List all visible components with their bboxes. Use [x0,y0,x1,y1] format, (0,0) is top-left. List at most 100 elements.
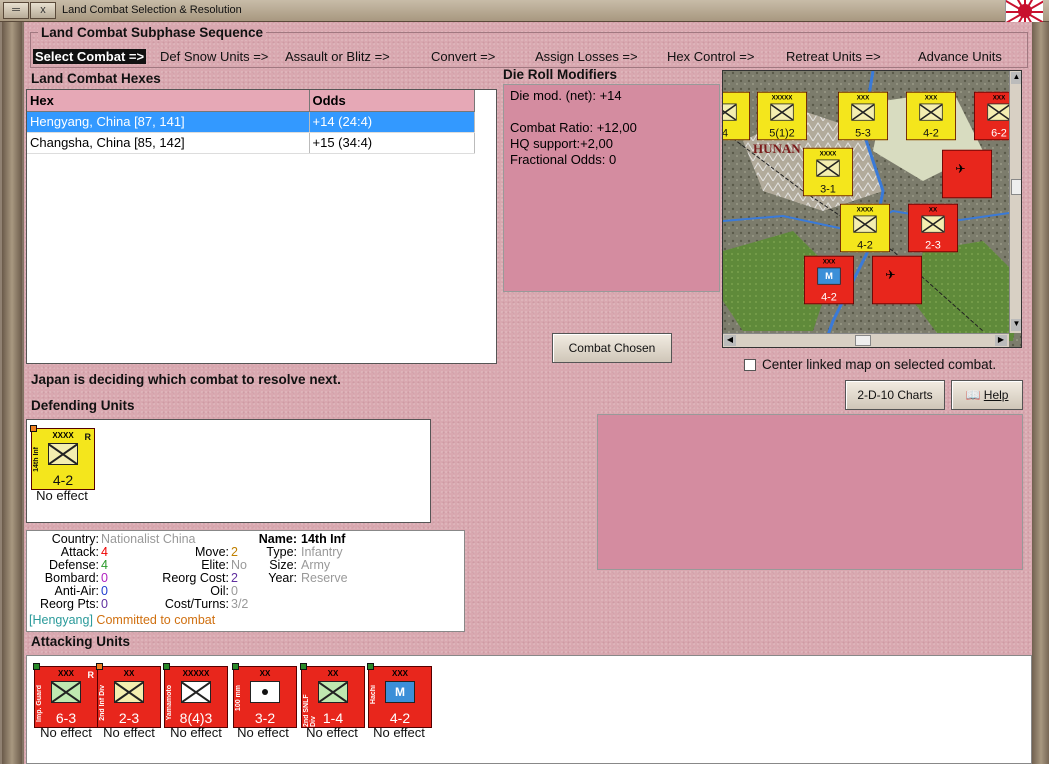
charts-button[interactable]: 2-D-10 Charts [845,380,945,410]
scroll-thumb[interactable] [855,335,871,346]
hex-cell: Hengyang, China [87, 141] [27,111,310,133]
map-counter[interactable]: XXXX 4-2 [840,203,890,253]
unit-location: [Hengyang] [29,613,93,627]
unit-effect: No effect [237,725,289,740]
defending-units-box: XXXX R 14th Inf 4-2 No effect [26,419,431,523]
reorg-pts-value: 0 [101,597,108,611]
year-value: Reserve [301,571,348,585]
fractional-odds: Fractional Odds: 0 [510,152,617,167]
map-air-counter[interactable]: ✈ [872,255,922,305]
table-row[interactable]: Hengyang, China [87, 141] +14 (24:4) [27,111,475,133]
mountain-infantry-icon [318,681,348,703]
unit-effect: No effect [373,725,425,740]
attacking-unit-counter[interactable]: XXX R Imp. Guard 6-3 [33,663,98,728]
unit-info-panel: Country: Nationalist China Attack: 4 Def… [26,530,465,632]
attacking-unit-counter[interactable]: XXXXX Yamamoto 8(4)3 [163,663,228,728]
map-counter[interactable]: XXXX 3-1 [803,147,853,197]
unit-effect: No effect [306,725,358,740]
plane-icon: ✈ [955,163,966,177]
die-mod-net: Die mod. (net): +14 [510,88,622,103]
country-value: Nationalist China [101,532,196,546]
infantry-icon [114,681,144,703]
die-roll-title: Die Roll Modifiers [503,67,618,82]
step-def-snow-units: Def Snow Units => [160,49,269,64]
attacking-title: Attacking Units [31,634,131,649]
help-label: Help [983,388,1009,402]
scroll-left-icon[interactable]: ◀ [724,335,736,346]
close-button[interactable]: x [30,2,56,19]
hexes-title: Land Combat Hexes [31,71,161,86]
plane-icon: ✈ [885,269,896,283]
hexes-table-container: Hex Odds Hengyang, China [87, 141] +14 (… [26,89,497,364]
scroll-up-icon[interactable]: ▲ [1011,72,1021,84]
help-button[interactable]: 📖 Help [951,380,1023,410]
step-convert: Convert => [431,49,496,64]
map-air-counter[interactable]: ✈ [942,149,992,199]
step-select-combat: Select Combat => [33,49,147,64]
mechanized-icon: M [385,681,415,703]
odds-cell: +14 (24:4) [309,111,475,133]
unit-effect: No effect [36,488,88,503]
map-vertical-scrollbar[interactable]: ▲ ▼ [1009,71,1021,333]
step-hex-control: Hex Control => [667,49,755,64]
attacking-unit-counter[interactable]: XXX Hachi M 4-2 [367,663,432,728]
map-counter[interactable]: 4 [723,91,750,141]
left-frame-edge [2,22,22,764]
map-counter[interactable]: XXXXX 5(1)2 [757,91,807,141]
hq-support: HQ support:+2,00 [510,136,613,151]
map-counter[interactable]: XX 2-3 [908,203,958,253]
column-header-odds[interactable]: Odds [309,90,475,112]
results-box [597,414,1023,570]
mountain-infantry-icon [51,681,81,703]
svg-text:HUNAN: HUNAN [753,141,801,156]
attacking-unit-counter[interactable]: XX 2nd Inf Div 2-3 [96,663,161,728]
system-menu-button[interactable]: ═ [3,2,29,19]
reorg-pts-label: Reorg Pts: [39,597,99,611]
unit-effect: No effect [103,725,155,740]
help-book-icon: 📖 [965,388,981,402]
step-assault-or-blitz: Assault or Blitz => [285,49,390,64]
unit-status: Committed to combat [96,613,216,627]
hexes-header-row: Hex Odds [27,90,475,112]
column-header-hex[interactable]: Hex [27,90,310,112]
map-counter[interactable]: XXX 5-3 [838,91,888,141]
center-map-label: Center linked map on selected combat. [762,357,997,372]
cost-turns-value: 3/2 [231,597,249,611]
infantry-icon [48,443,78,465]
map-counter[interactable]: XXX 4-2 [906,91,956,141]
step-assign-losses: Assign Losses => [535,49,638,64]
right-frame-edge [1031,22,1049,764]
die-roll-box: Die mod. (net): +14 Combat Ratio: +12,00… [503,84,720,292]
unit-effect: No effect [40,725,92,740]
step-advance-units: Advance Units [918,49,1002,64]
hex-cell: Changsha, China [85, 142] [27,132,310,154]
status-message: Japan is deciding which combat to resolv… [31,372,341,387]
unit-location-status: [Hengyang] Committed to combat [29,614,215,627]
defending-unit-counter[interactable]: XXXX R 14th Inf 4-2 [30,425,95,490]
linked-map[interactable]: HUNAN 4 XXXXX 5(1)2 XXX 5-3 XXX 4-2 XXX 6-2 … [722,70,1022,348]
die-roll-spacer [510,104,713,120]
unit-effect: No effect [170,725,222,740]
cost-turns-label: Cost/Turns: [164,597,229,611]
combat-ratio: Combat Ratio: +12,00 [510,120,637,135]
infantry-icon [181,681,211,703]
step-retreat-units: Retreat Units => [786,49,881,64]
table-row[interactable]: Changsha, China [85, 142] +15 (34:4) [27,132,475,154]
window-title: Land Combat Selection & Resolution [62,4,242,16]
rising-sun-flag-icon [1005,0,1043,22]
scroll-right-icon[interactable]: ▶ [995,335,1007,346]
hexes-table: Hex Odds Hengyang, China [87, 141] +14 (… [27,90,475,154]
map-counter[interactable]: XXX M 4-2 [804,255,854,305]
sequence-title: Land Combat Subphase Sequence [38,25,267,40]
attacking-unit-counter[interactable]: XX 2nd SNLF Div 1-4 [300,663,365,728]
defending-title: Defending Units [31,398,135,413]
attacking-unit-counter[interactable]: XX 100 mm 3-2 [232,663,297,728]
scroll-thumb[interactable] [1011,179,1021,195]
artillery-icon [250,681,280,703]
combat-chosen-button[interactable]: Combat Chosen [552,333,672,363]
year-label: Year: [268,571,297,585]
odds-cell: +15 (34:4) [309,132,475,154]
scroll-down-icon[interactable]: ▼ [1011,319,1021,331]
center-map-checkbox[interactable] [744,359,756,371]
map-horizontal-scrollbar[interactable]: ◀ ▶ [723,333,1009,347]
